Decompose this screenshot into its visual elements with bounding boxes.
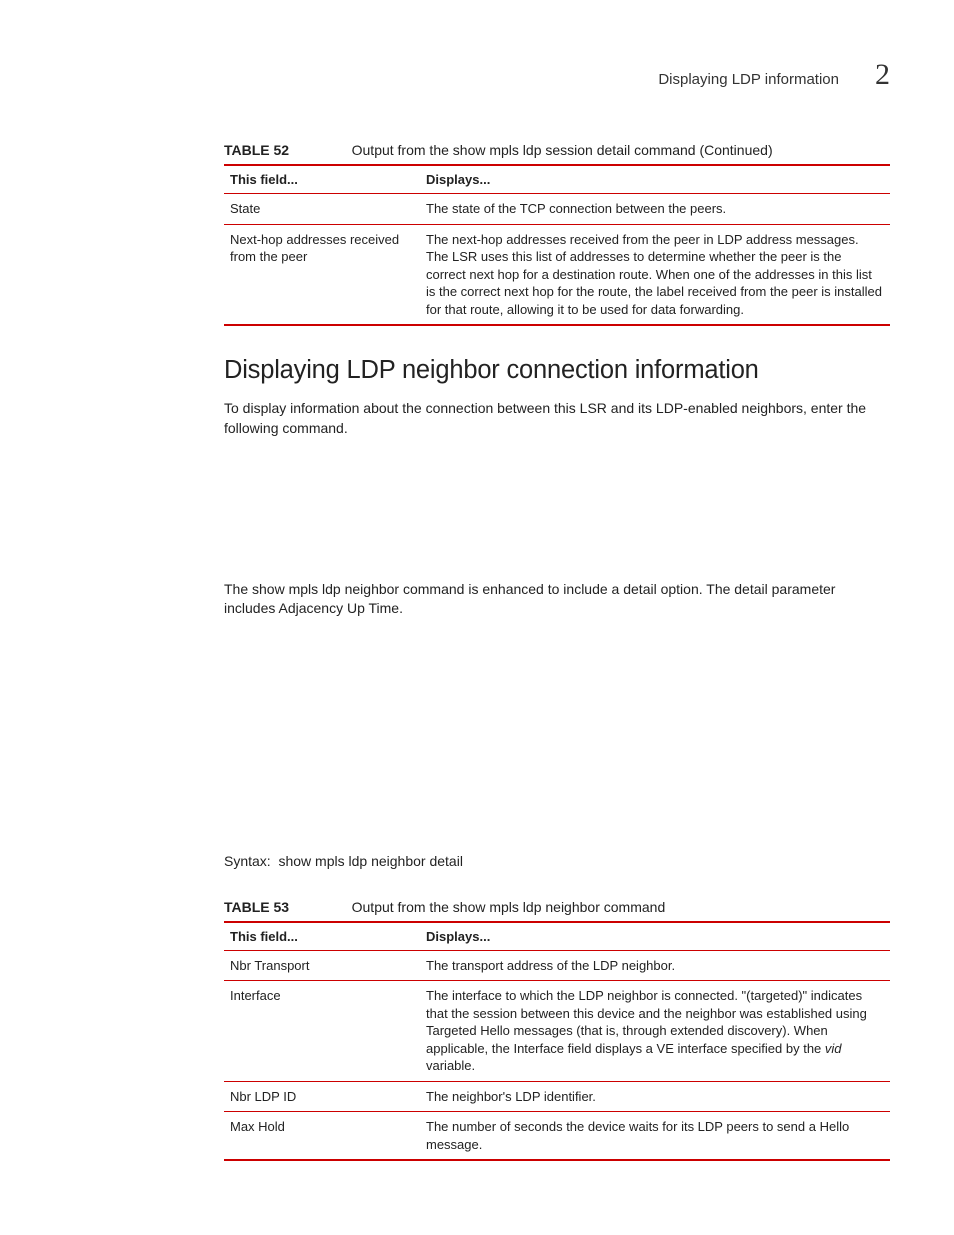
cell-displays: The transport address of the LDP neighbo… [420, 950, 890, 981]
cell-field: Interface [224, 981, 420, 1082]
variable-vid: vid [825, 1041, 842, 1056]
cell-displays: The neighbor's LDP identifier. [420, 1081, 890, 1112]
table-53: TABLE 53 Output from the show mpls ldp n… [224, 895, 890, 1162]
cell-displays: The state of the TCP connection between … [420, 194, 890, 225]
table-row: Next-hop addresses received from the pee… [224, 224, 890, 325]
table-row: State The state of the TCP connection be… [224, 194, 890, 225]
table-title: Output from the show mpls ldp neighbor c… [352, 899, 666, 915]
table-52-caption: TABLE 52 Output from the show mpls ldp s… [224, 138, 890, 164]
cell-displays: The next-hop addresses received from the… [420, 224, 890, 325]
cell-field: Next-hop addresses received from the pee… [224, 224, 420, 325]
cell-field: State [224, 194, 420, 225]
cell-field: Nbr LDP ID [224, 1081, 420, 1112]
cell-field: Max Hold [224, 1112, 420, 1161]
spacer [224, 452, 890, 580]
running-header-title: Displaying LDP information [658, 71, 839, 88]
section-para-1: To display information about the connect… [224, 399, 890, 438]
table-row: Nbr Transport The transport address of t… [224, 950, 890, 981]
running-header: Displaying LDP information 2 [224, 58, 890, 92]
chapter-number: 2 [875, 58, 890, 92]
cell-displays: The number of seconds the device waits f… [420, 1112, 890, 1161]
table-row: Max Hold The number of seconds the devic… [224, 1112, 890, 1161]
table-number: TABLE 52 [224, 142, 348, 158]
syntax-command: show mpls ldp neighbor detail [278, 853, 462, 869]
table-row: Interface The interface to which the LDP… [224, 981, 890, 1082]
table-52-head-field: This field... [224, 165, 420, 194]
cell-field: Nbr Transport [224, 950, 420, 981]
table-row: Nbr LDP ID The neighbor's LDP identifier… [224, 1081, 890, 1112]
table-53-head-displays: Displays... [420, 922, 890, 951]
spacer [224, 633, 890, 853]
cell-displays: The interface to which the LDP neighbor … [420, 981, 890, 1082]
syntax-label: Syntax: [224, 853, 271, 869]
table-52: TABLE 52 Output from the show mpls ldp s… [224, 138, 890, 326]
page: Displaying LDP information 2 TABLE 52 Ou… [0, 0, 954, 1201]
section-heading: Displaying LDP neighbor connection infor… [224, 356, 890, 385]
section-para-2: The show mpls ldp neighbor command is en… [224, 580, 890, 619]
table-53-caption: TABLE 53 Output from the show mpls ldp n… [224, 895, 890, 921]
table-53-head-field: This field... [224, 922, 420, 951]
syntax-line: Syntax: show mpls ldp neighbor detail [224, 853, 890, 869]
table-title: Output from the show mpls ldp session de… [352, 142, 773, 158]
table-number: TABLE 53 [224, 899, 348, 915]
table-52-head-displays: Displays... [420, 165, 890, 194]
